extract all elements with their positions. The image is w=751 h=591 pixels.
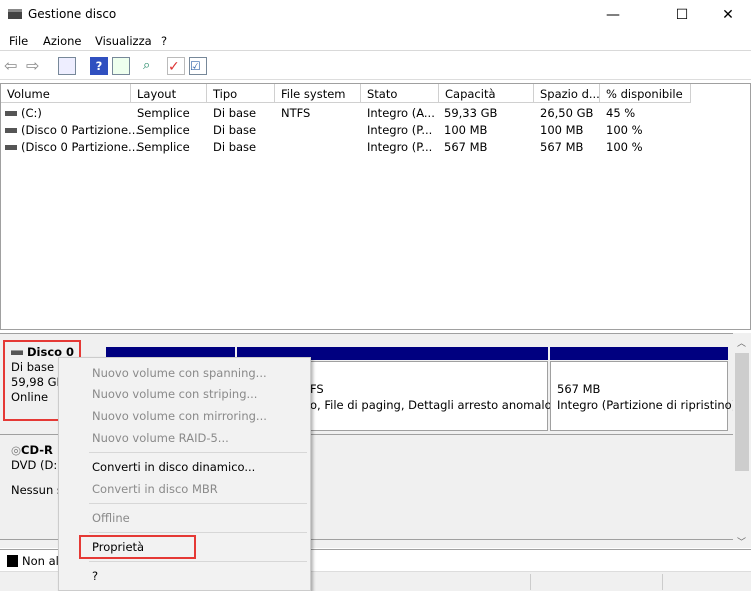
cell: (C:) <box>21 106 42 120</box>
console-tree-icon[interactable] <box>58 57 76 75</box>
cell: 100 % <box>606 123 643 137</box>
menu-separator <box>89 503 307 504</box>
column-tipo[interactable]: Tipo <box>207 84 275 103</box>
column-layout[interactable]: Layout <box>131 84 207 103</box>
properties-icon[interactable]: ☑ <box>189 57 207 75</box>
scroll-thumb[interactable] <box>735 353 749 471</box>
menu-item-4[interactable]: Converti in disco dinamico... <box>92 460 255 474</box>
menu-item-2: Nuovo volume con mirroring... <box>92 409 267 423</box>
column-spazio[interactable]: Spazio d... <box>534 84 600 103</box>
cell: 100 MB <box>444 123 488 137</box>
check-icon[interactable]: ✓ <box>167 57 185 75</box>
column-capacita[interactable]: Capacità <box>439 84 534 103</box>
column-stato[interactable]: Stato <box>361 84 439 103</box>
help-icon[interactable]: ? <box>90 57 108 75</box>
menu-item-1: Nuovo volume con striping... <box>92 387 258 401</box>
cell: Di base <box>213 123 257 137</box>
maximize-button[interactable]: ☐ <box>659 0 705 30</box>
partition3-status: Integro (Partizione di ripristino) <box>557 398 737 412</box>
legend-unallocated: Non al <box>22 554 59 568</box>
menu-item-3: Nuovo volume RAID-5... <box>92 431 229 445</box>
partition3-bar <box>550 347 728 360</box>
unallocated-swatch-icon <box>7 555 18 567</box>
scroll-up-icon[interactable]: ︿ <box>737 336 746 349</box>
menu-item-5: Converti in disco MBR <box>92 482 218 496</box>
disk-management-icon <box>8 9 22 19</box>
cell: 26,50 GB <box>540 106 594 120</box>
menu-bar: File Azione Visualizza ? <box>0 31 751 51</box>
column-volume[interactable]: Volume <box>1 84 131 103</box>
vertical-scrollbar[interactable]: ︿ ﹀ <box>733 333 751 548</box>
close-button[interactable]: ✕ <box>705 0 751 30</box>
cdrom-icon: ◎ <box>11 443 22 457</box>
cell: (Disco 0 Partizione... <box>21 123 140 137</box>
cell: Integro (P... <box>367 140 433 154</box>
column-file-system[interactable]: File system <box>275 84 361 103</box>
cell: 100 MB <box>540 123 584 137</box>
minimize-button[interactable]: — <box>590 0 636 30</box>
cell: Integro (A... <box>367 106 435 120</box>
menu-file[interactable]: File <box>9 34 28 48</box>
toolbar: ⇦ ⇨ ? ⌕ ✓ ☑ <box>0 52 751 80</box>
partition2-status: o, File di paging, Dettagli arresto anom… <box>310 398 563 412</box>
cell: 567 MB <box>540 140 584 154</box>
partition3-size: 567 MB <box>557 382 601 396</box>
action-pane-icon[interactable] <box>112 57 130 75</box>
window-title: Gestione disco <box>28 7 117 21</box>
cdrom-name: CD-R <box>21 443 53 457</box>
volume-list: Volume Layout Tipo File system Stato Cap… <box>0 83 751 330</box>
scroll-down-icon[interactable]: ﹀ <box>737 535 746 548</box>
back-icon[interactable]: ⇦ <box>4 57 22 75</box>
cell: Semplice <box>137 140 190 154</box>
menu-visualizza[interactable]: Visualizza <box>95 34 152 48</box>
cell: 100 % <box>606 140 643 154</box>
cell: Di base <box>213 106 257 120</box>
menu-help[interactable]: ? <box>161 34 167 48</box>
volume-icon <box>5 128 17 133</box>
cell: Integro (P... <box>367 123 433 137</box>
context-menu: Nuovo volume con spanning... Nuovo volume… <box>58 357 311 591</box>
menu-item-8[interactable]: ? <box>92 569 98 583</box>
proprieta-highlight <box>79 535 196 559</box>
cell: Semplice <box>137 123 190 137</box>
connect-icon[interactable]: ⌕ <box>143 57 161 75</box>
title-bar: Gestione disco — ☐ ✕ <box>0 0 751 30</box>
menu-azione[interactable]: Azione <box>43 34 82 48</box>
cell: NTFS <box>281 106 311 120</box>
menu-item-6: Offline <box>92 511 130 525</box>
volume-icon <box>5 111 17 116</box>
cell: Semplice <box>137 106 190 120</box>
menu-item-0: Nuovo volume con spanning... <box>92 366 267 380</box>
partition3[interactable]: 567 MB Integro (Partizione di ripristino… <box>550 361 736 431</box>
forward-icon[interactable]: ⇨ <box>26 57 44 75</box>
cell: Di base <box>213 140 257 154</box>
partition2-info: FS <box>310 382 324 396</box>
volume-icon <box>5 145 17 150</box>
column-disponibile[interactable]: % disponibile <box>600 84 691 103</box>
cell: 59,33 GB <box>444 106 498 120</box>
menu-separator <box>89 532 307 533</box>
menu-separator <box>89 452 307 453</box>
cell: 567 MB <box>444 140 488 154</box>
cell: (Disco 0 Partizione... <box>21 140 140 154</box>
menu-separator <box>89 561 307 562</box>
cell: 45 % <box>606 106 636 120</box>
